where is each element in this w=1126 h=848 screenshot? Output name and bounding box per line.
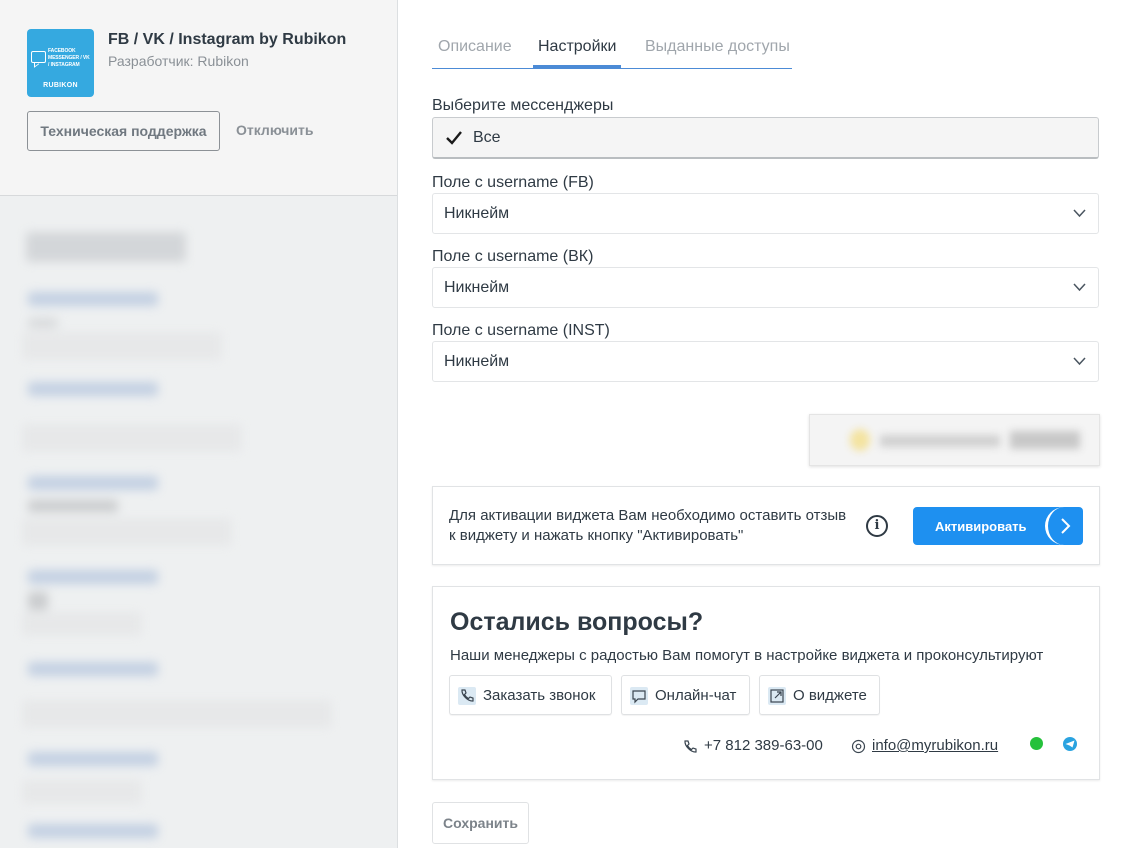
disable-button[interactable]: Отключить [236, 122, 313, 138]
tab-access[interactable]: Выданные доступы [645, 38, 790, 68]
chevron-down-icon [1073, 209, 1086, 218]
questions-card: Остались вопросы? Наши менеджеры с радос… [432, 586, 1100, 780]
messengers-select[interactable]: Все [432, 117, 1099, 159]
messengers-label: Выберите мессенджеры [432, 97, 614, 114]
tab-description[interactable]: Описание [438, 38, 512, 68]
order-call-button[interactable]: Заказать звонок [449, 675, 612, 715]
contact-phone[interactable]: +7 812 389-63-00 [704, 737, 823, 754]
field-fb-value: Никнейм [444, 205, 510, 222]
chevron-down-icon [1073, 283, 1086, 292]
phone-icon [458, 687, 476, 705]
checkmark-icon[interactable] [445, 129, 463, 147]
chat-bubble-icon [31, 51, 46, 63]
activate-button-label: Активировать [935, 519, 1027, 534]
online-chat-label: Онлайн-чат [655, 687, 737, 704]
about-widget-button[interactable]: О виджете [759, 675, 880, 715]
tab-bar: Описание Настройки Выданные доступы [432, 36, 792, 69]
questions-title: Остались вопросы? [450, 608, 704, 636]
field-vk-select[interactable]: Никнейм [432, 267, 1099, 308]
questions-subtitle: Наши менеджеры с радостью Вам помогут в … [450, 647, 1044, 664]
order-call-label: Заказать звонок [483, 687, 596, 704]
info-icon[interactable]: i [866, 515, 888, 537]
telegram-icon[interactable] [1063, 737, 1077, 751]
logo-text: FACEBOOK MESSENGER / VK / INSTAGRAM [48, 48, 90, 68]
phone-icon [684, 740, 697, 753]
field-inst-select[interactable]: Никнейм [432, 341, 1099, 382]
widget-header: FACEBOOK MESSENGER / VK / INSTAGRAM RUBI… [0, 0, 397, 196]
widget-title: FB / VK / Instagram by Rubikon [108, 31, 347, 48]
whatsapp-icon[interactable] [1030, 737, 1043, 750]
email-icon [851, 739, 866, 754]
chat-icon [630, 687, 648, 705]
field-vk-value: Никнейм [444, 279, 510, 296]
activation-text: Для активации виджета Вам необходимо ост… [449, 507, 847, 544]
activation-card: Для активации виджета Вам необходимо ост… [432, 486, 1100, 565]
save-button[interactable]: Сохранить [432, 802, 529, 844]
logo-brand: RUBIKON [43, 82, 78, 89]
field-inst-value: Никнейм [444, 353, 510, 370]
left-panel: FACEBOOK MESSENGER / VK / INSTAGRAM RUBI… [0, 0, 398, 848]
widget-developer: Разработчик: Rubikon [108, 53, 249, 69]
widget-logo: FACEBOOK MESSENGER / VK / INSTAGRAM RUBI… [27, 29, 94, 97]
about-widget-label: О виджете [793, 687, 867, 704]
activate-button[interactable]: Активировать [913, 507, 1083, 545]
contact-email[interactable]: info@myrubikon.ru [872, 737, 998, 754]
messengers-all-label: Все [473, 129, 501, 146]
arrow-right-icon [1045, 507, 1083, 545]
blurred-review-button[interactable] [809, 414, 1100, 466]
field-fb-label: Поле с username (FB) [432, 174, 594, 191]
external-link-icon [768, 687, 786, 705]
blurred-background-content [0, 200, 397, 848]
chevron-down-icon [1073, 357, 1086, 366]
support-button[interactable]: Техническая поддержка [27, 111, 220, 151]
field-inst-label: Поле с username (INST) [432, 322, 610, 339]
field-fb-select[interactable]: Никнейм [432, 193, 1099, 234]
tab-settings[interactable]: Настройки [533, 38, 622, 68]
online-chat-button[interactable]: Онлайн-чат [621, 675, 750, 715]
field-vk-label: Поле с username (ВК) [432, 248, 594, 265]
